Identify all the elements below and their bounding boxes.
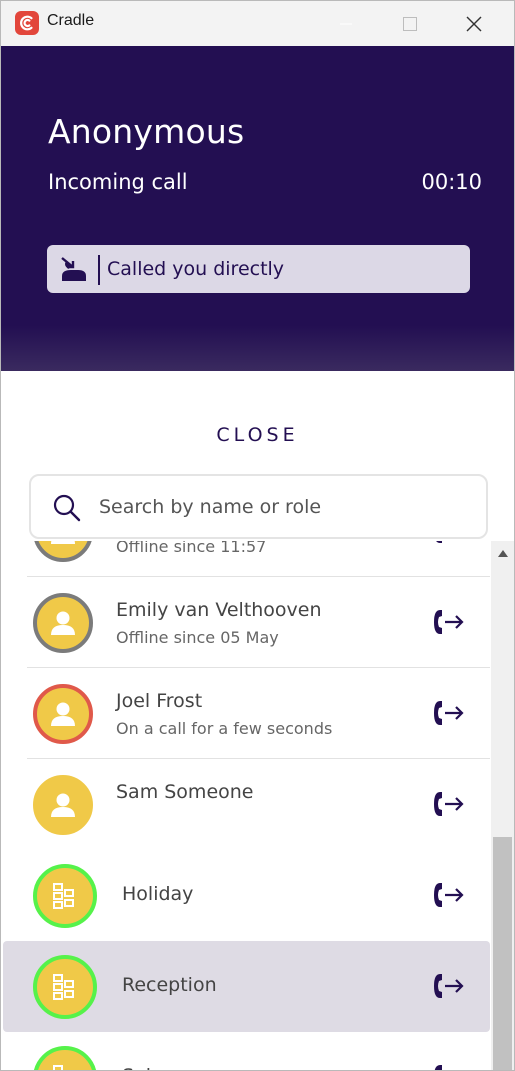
contact-name: Holiday [122, 883, 194, 905]
search-input[interactable] [99, 490, 469, 524]
contact-row[interactable]: Reception [3, 941, 490, 1032]
group-avatar-icon [33, 1046, 97, 1070]
close-window-button[interactable] [442, 1, 506, 46]
call-timer: 00:10 [421, 170, 482, 194]
person-avatar-icon [33, 593, 93, 653]
minimize-button[interactable] [314, 1, 378, 46]
contact-name: Reception [122, 974, 217, 996]
contact-status: Offline since 11:57 [116, 541, 267, 556]
person-avatar-icon [33, 775, 93, 835]
contact-row[interactable]: Emily van Velthooven Offline since 05 May [27, 577, 490, 668]
phone-transfer-icon[interactable] [431, 698, 465, 732]
scroll-up-arrow-icon[interactable] [491, 541, 514, 565]
phone-transfer-icon[interactable] [431, 541, 465, 550]
contact-status: Offline since 05 May [116, 628, 279, 647]
search-icon [53, 494, 81, 526]
person-avatar-icon [33, 541, 93, 562]
app-window: Cradle Anonymous Incoming call 00:10 Cal… [0, 0, 515, 1071]
contact-row[interactable]: Holiday [27, 850, 490, 941]
cradle-logo-icon [15, 11, 39, 35]
person-avatar-icon [33, 684, 93, 744]
call-status: Incoming call [48, 170, 188, 194]
incoming-call-header: Anonymous Incoming call 00:10 Called you… [1, 46, 514, 371]
phone-transfer-icon[interactable] [431, 607, 465, 641]
contact-row[interactable]: Sam Someone [27, 759, 490, 850]
contact-list-viewport: Offline since 11:57 Emily van Velthooven O… [1, 541, 514, 1070]
close-transfer-button[interactable]: CLOSE [1, 424, 514, 446]
contact-name: Joel Frost [116, 690, 203, 712]
group-avatar-icon [33, 864, 97, 928]
contact-status: On a call for a few seconds [116, 719, 333, 738]
call-info-badge: Called you directly [47, 245, 470, 293]
contact-name: Emily van Velthooven [116, 599, 322, 621]
call-info-text: Called you directly [107, 258, 285, 280]
phone-transfer-icon[interactable] [431, 880, 465, 914]
window-title: Cradle [47, 12, 95, 29]
contact-name: Sales [122, 1065, 173, 1070]
title-bar: Cradle [1, 1, 514, 46]
contact-list: Offline since 11:57 Emily van Velthooven O… [1, 541, 491, 1070]
caller-name: Anonymous [48, 112, 245, 151]
contact-row[interactable]: Joel Frost On a call for a few seconds [27, 668, 490, 759]
maximize-button[interactable] [378, 1, 442, 46]
contact-row[interactable]: Offline since 11:57 [27, 541, 490, 577]
badge-divider [98, 255, 100, 285]
search-box [29, 474, 488, 539]
contact-name: Sam Someone [116, 781, 254, 803]
phone-transfer-icon[interactable] [431, 971, 465, 1005]
contact-row[interactable]: Sales [27, 1032, 490, 1070]
phone-transfer-icon[interactable] [431, 1062, 465, 1070]
group-avatar-icon [33, 955, 97, 1019]
scroll-thumb[interactable] [493, 837, 512, 1070]
direct-call-icon [59, 255, 89, 287]
scrollbar[interactable] [491, 541, 514, 1070]
phone-transfer-icon[interactable] [431, 789, 465, 823]
